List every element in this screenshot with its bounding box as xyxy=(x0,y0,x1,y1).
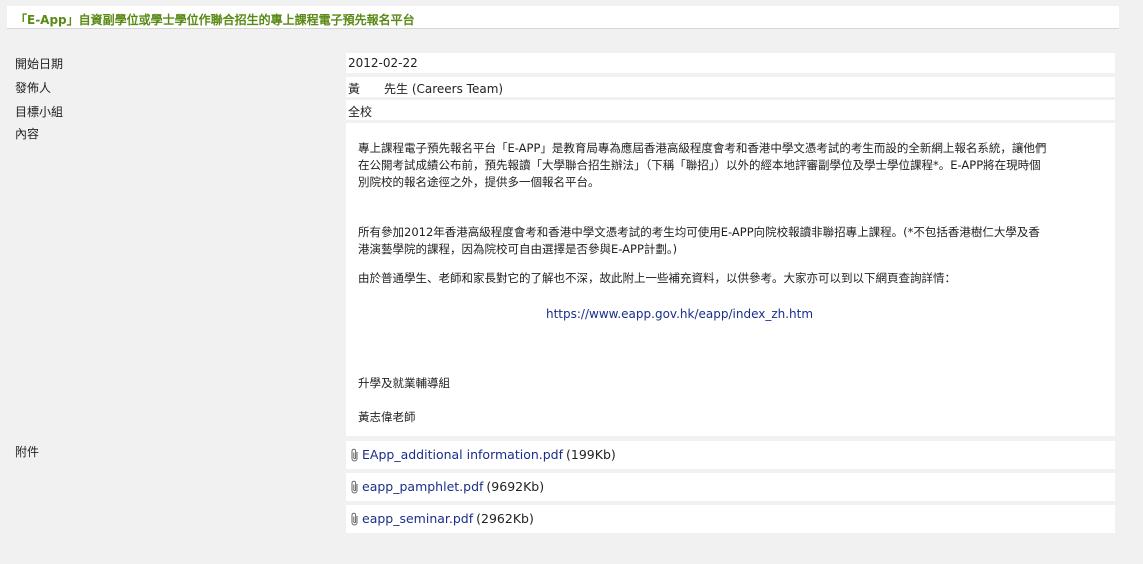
eapp-website-link[interactable]: https://www.eapp.gov.hk/eapp/index_zh.ht… xyxy=(546,307,813,321)
attachment-size: (2962Kb) xyxy=(476,511,534,526)
content-cell: 專上課程電子預先報名平台「E-APP」是教育局專為應屆香港高級程度會考和香港中學… xyxy=(346,123,1115,436)
start-date-value: 2012-02-22 xyxy=(348,56,418,70)
notice-title: 「E-App」自資副學位或學士學位作聯合招生的專上課程電子預先報名平台 xyxy=(15,13,415,27)
target-group-label: 目標小組 xyxy=(15,105,64,119)
notice-title-bar: 「E-App」自資副學位或學士學位作聯合招生的專上課程電子預先報名平台 xyxy=(7,6,1119,29)
attachment-size: (9692Kb) xyxy=(486,479,545,494)
content-paragraph-1: 專上課程電子預先報名平台「E-APP」是教育局專為應屆香港高級程度會考和香港中學… xyxy=(358,141,1047,189)
attachment-row: EApp_additional information.pdf (199Kb) xyxy=(346,441,1115,469)
attachment-row: eapp_seminar.pdf (2962Kb) xyxy=(346,505,1115,533)
content-label: 內容 xyxy=(15,127,40,141)
publisher-label: 發佈人 xyxy=(15,81,52,95)
paperclip-icon xyxy=(351,480,358,494)
content-paragraph-2: 所有參加2012年香港高級程度會考和香港中學文憑考試的考生均可使用E-APP向院… xyxy=(358,225,1040,256)
paperclip-icon xyxy=(351,448,358,462)
paperclip-icon xyxy=(351,512,358,526)
content-paragraph-3: 由於普通學生、老師和家長對它的了解也不深，故此附上一些補充資料，以供參考。大家亦… xyxy=(358,271,956,285)
attachment-link[interactable]: EApp_additional information.pdf xyxy=(362,447,563,462)
attachment-link[interactable]: eapp_pamphlet.pdf xyxy=(362,479,483,494)
attachments-label: 附件 xyxy=(15,445,40,459)
attachment-row: eapp_pamphlet.pdf (9692Kb) xyxy=(346,473,1115,501)
publisher-value: 黃 先生 (Careers Team) xyxy=(348,82,504,96)
start-date-cell: 2012-02-22 xyxy=(346,53,1115,73)
signature-department: 升學及就業輔導組 xyxy=(358,376,450,390)
attachment-link[interactable]: eapp_seminar.pdf xyxy=(362,511,473,526)
target-group-value: 全校 xyxy=(348,105,373,119)
attachment-size: (199Kb) xyxy=(566,447,616,462)
publisher-cell: 黃 先生 (Careers Team) xyxy=(346,77,1115,97)
signature-name: 黃志偉老師 xyxy=(358,410,416,424)
target-group-cell: 全校 xyxy=(346,100,1115,120)
start-date-label: 開始日期 xyxy=(15,57,64,71)
